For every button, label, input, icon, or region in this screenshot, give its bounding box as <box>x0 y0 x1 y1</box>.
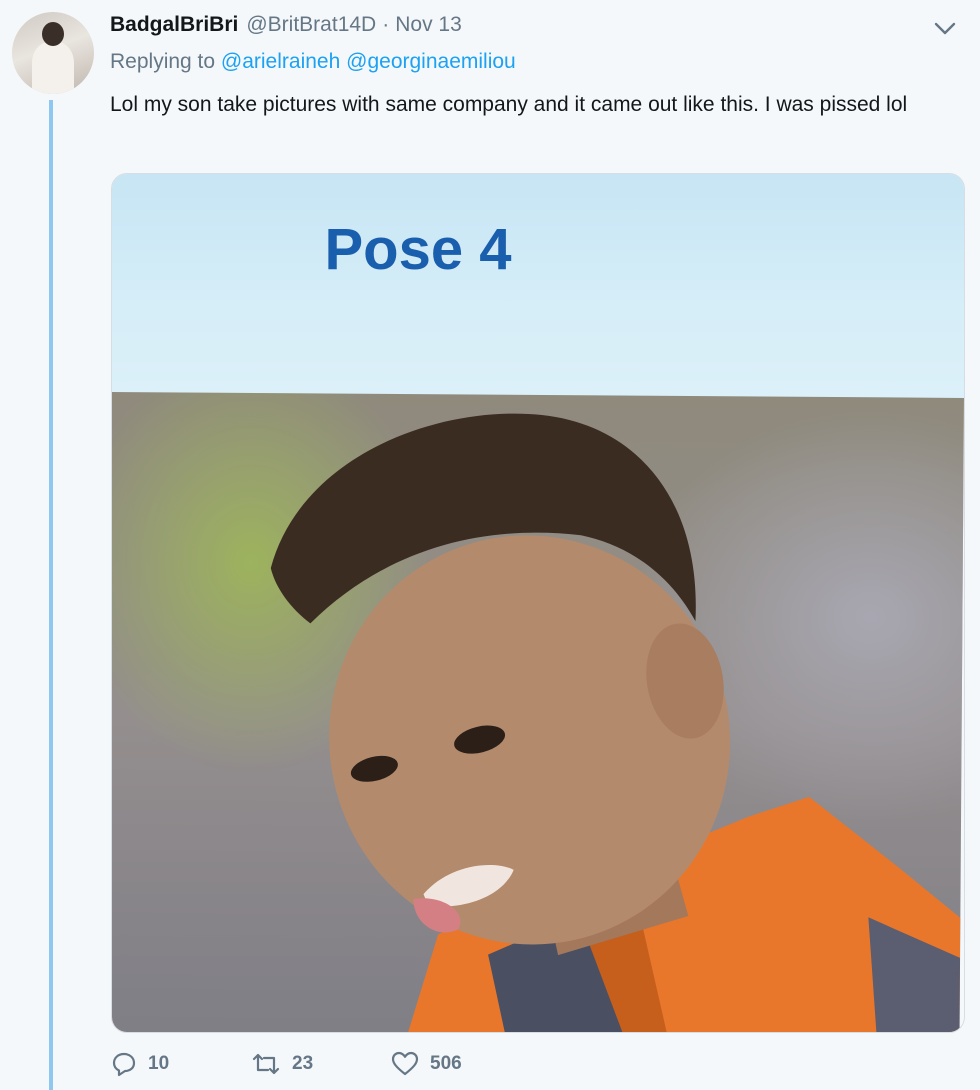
like-count: 506 <box>430 1053 462 1074</box>
mention-link-arielraineh[interactable]: @arielraineh <box>221 50 340 73</box>
photo-paper-header: Pose 4 <box>112 174 964 402</box>
pose-label: Pose 4 <box>324 217 512 282</box>
reply-button[interactable]: 10 <box>110 1050 250 1078</box>
heart-icon <box>391 1051 419 1076</box>
retweet-icon <box>252 1053 280 1075</box>
tweet-media[interactable]: Pose 4 <box>111 173 965 1033</box>
child-portrait-photo <box>112 392 964 1032</box>
like-button[interactable]: 506 <box>390 1050 462 1078</box>
retweet-button[interactable]: 23 <box>250 1050 390 1078</box>
reply-icon <box>112 1052 136 1077</box>
tweet-text: Lol my son take pictures with same compa… <box>110 93 908 116</box>
user-name[interactable]: BadgalBriBri <box>110 13 238 37</box>
thread-line <box>49 100 53 1090</box>
tweet-header: BadgalBriBri @BritBrat14D · Nov 13 <box>110 10 462 40</box>
mention-link-georginaemiliou[interactable]: @georginaemiliou <box>346 50 516 73</box>
chevron-down-icon <box>934 22 956 35</box>
tweet-actions: 10 23 506 <box>110 1050 462 1078</box>
portrait-illustration <box>270 413 961 1032</box>
avatar-figure-body <box>32 42 74 94</box>
tweet: BadgalBriBri @BritBrat14D · Nov 13 Reply… <box>0 0 980 1090</box>
more-options-button[interactable] <box>930 16 960 42</box>
header-separator: · <box>382 13 390 36</box>
retweet-count: 23 <box>292 1053 314 1074</box>
tweet-date[interactable]: Nov 13 <box>395 13 462 37</box>
avatar-figure-head <box>42 22 64 46</box>
reply-count: 10 <box>148 1053 170 1074</box>
user-handle[interactable]: @BritBrat14D <box>246 13 376 37</box>
avatar[interactable] <box>12 12 94 94</box>
replying-prefix: Replying to <box>110 50 216 73</box>
replying-to: Replying to @arielraineh @georginaemilio… <box>110 50 516 74</box>
